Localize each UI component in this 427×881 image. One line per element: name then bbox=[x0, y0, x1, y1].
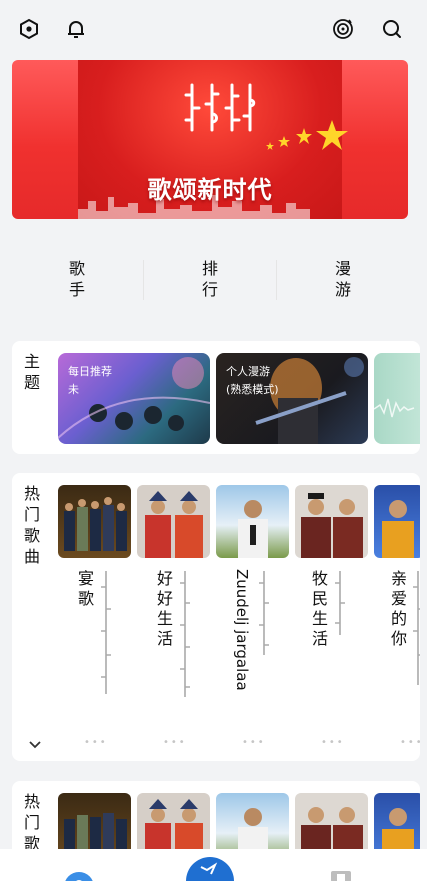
more-dots[interactable]: ••• bbox=[242, 737, 266, 748]
song-cover-3[interactable] bbox=[216, 485, 289, 558]
song-cover-2[interactable] bbox=[137, 485, 210, 558]
bottom-tab-bar bbox=[0, 849, 427, 881]
nav-singers[interactable]: 歌手 bbox=[65, 258, 89, 300]
theme-tile-partial[interactable] bbox=[374, 353, 420, 444]
couple-photo bbox=[145, 491, 203, 558]
section-title-hot-songs: 热门歌曲 bbox=[24, 484, 41, 566]
mongolian-subtitle bbox=[413, 571, 420, 685]
singer-photo bbox=[238, 500, 268, 558]
more-dots[interactable]: ••• bbox=[163, 737, 187, 748]
divider bbox=[276, 260, 277, 300]
tab-library-icon[interactable] bbox=[328, 867, 354, 881]
song-cover-4[interactable] bbox=[295, 485, 368, 558]
themes-section: 主题 每日推荐未 个人漫游 (熟悉模式) bbox=[12, 341, 420, 454]
duo-photo bbox=[301, 493, 363, 558]
banner-title: 歌颂新时代 bbox=[147, 176, 273, 204]
song-title[interactable]: 牧民生活 bbox=[312, 569, 330, 649]
song-title[interactable]: 好好生活 bbox=[157, 569, 175, 649]
theme-tile-personal[interactable]: 个人漫游 (熟悉模式) bbox=[216, 353, 368, 444]
mongolian-subtitle bbox=[335, 571, 345, 635]
stars-decoration bbox=[266, 120, 348, 150]
mongolian-subtitle bbox=[259, 571, 269, 655]
bell-icon[interactable] bbox=[61, 14, 91, 44]
song-title[interactable]: 亲爱的你 bbox=[391, 569, 409, 649]
theme-tile-daily[interactable]: 每日推荐未 bbox=[58, 353, 210, 444]
search-icon[interactable] bbox=[377, 14, 407, 44]
section-title-themes: 主题 bbox=[24, 352, 41, 392]
tile-caption: 个人漫游 (熟悉模式) bbox=[226, 365, 279, 396]
promo-banner[interactable]: 歌颂新时代 bbox=[12, 60, 408, 219]
more-dots[interactable]: ••• bbox=[400, 737, 420, 748]
tab-center-music-icon[interactable] bbox=[186, 853, 234, 881]
tile-caption: 每日推荐未 bbox=[68, 365, 112, 396]
song-cover-5[interactable] bbox=[374, 485, 420, 558]
hexagon-settings-icon[interactable] bbox=[14, 14, 44, 44]
more-dots[interactable]: ••• bbox=[84, 737, 108, 748]
song-cover-1[interactable] bbox=[58, 485, 131, 558]
tab-home-icon[interactable] bbox=[62, 867, 96, 881]
nav-roaming[interactable]: 漫游 bbox=[331, 258, 355, 300]
more-dots[interactable]: ••• bbox=[321, 737, 345, 748]
mongolian-subtitle bbox=[180, 571, 190, 697]
waveform-art bbox=[374, 398, 415, 418]
section-title-hot-songs-2: 热门歌 bbox=[24, 792, 41, 853]
divider bbox=[143, 260, 144, 300]
top-bar bbox=[0, 0, 427, 58]
hot-songs-section: 热门歌曲 宴歌 好好生活 Zuudelj jargalaa 牧民生活 亲爱的你 … bbox=[12, 473, 420, 761]
mongolian-subtitle bbox=[101, 571, 111, 694]
mongolian-script-logo bbox=[184, 83, 256, 132]
nav-charts[interactable]: 排行 bbox=[198, 258, 222, 300]
chevron-down-icon[interactable] bbox=[28, 735, 42, 754]
song-title[interactable]: 宴歌 bbox=[78, 569, 96, 609]
performer-photo bbox=[382, 500, 414, 558]
band-photo bbox=[64, 497, 127, 551]
song-title[interactable]: Zuudelj jargalaa bbox=[232, 569, 252, 691]
category-nav: 歌手 排行 漫游 bbox=[0, 244, 427, 316]
music-recognition-icon[interactable] bbox=[328, 14, 358, 44]
